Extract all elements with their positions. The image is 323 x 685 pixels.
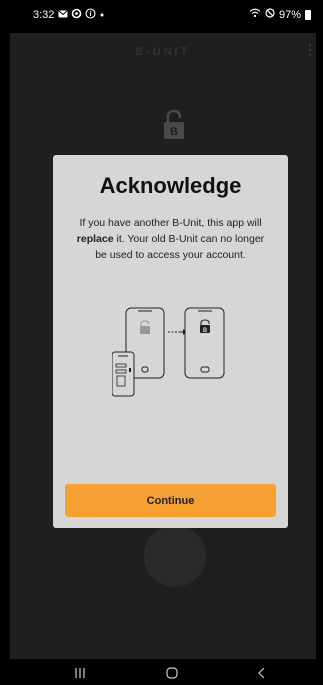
sync-icon [71,8,82,23]
status-time: 3:32 [33,9,55,21]
overflow-menu-icon[interactable] [308,43,312,59]
info-icon [85,8,96,23]
dialog-message: If you have another B-Unit, this app wil… [75,215,266,263]
unlock-button [144,525,206,587]
app-title: B-UNIT [135,46,191,58]
recent-apps-icon[interactable] [70,661,90,685]
status-bar: 3:32 97% [0,0,323,30]
new-phone-icon: B [184,307,225,379]
status-right: 97% [249,8,311,21]
navigation-bar [0,661,323,685]
battery-percent: 97% [278,8,301,21]
svg-text:B: B [170,126,178,138]
old-b-unit-icon [111,351,135,397]
notification-icons [58,8,105,23]
arrow-right-icon [168,329,187,335]
message-bold: replace [76,233,114,245]
message-part-1: If you have another B-Unit, this app wil… [79,217,262,229]
lock-icon: B [163,109,185,145]
wifi-icon [249,8,261,21]
svg-text:B: B [203,328,208,334]
message-part-2: it. Your old B-Unit can no longer be use… [95,233,265,261]
back-icon[interactable] [252,661,272,685]
do-not-disturb-icon [265,8,275,21]
dialog-title: Acknowledge [99,173,242,198]
phone-screen: 3:32 97% B-UNIT B Acknowledge If you hav… [0,0,323,685]
mail-icon [58,9,68,23]
home-icon[interactable] [162,661,182,685]
dot-icon [99,9,105,23]
acknowledge-dialog: Acknowledge If you have another B-Unit, … [53,155,288,528]
battery-icon [305,9,311,20]
continue-button[interactable]: Continue [65,484,276,517]
device-transfer-illustration: B [111,306,232,398]
